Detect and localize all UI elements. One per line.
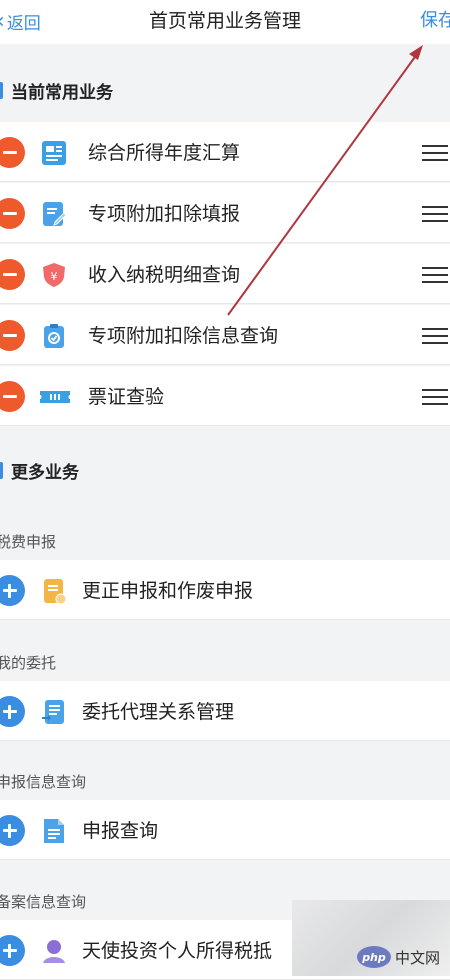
item-label: 委托代理关系管理: [82, 701, 235, 723]
item-label: 申报查询: [82, 820, 159, 842]
item-label: 专项附加扣除填报: [88, 203, 241, 225]
watermark-site: 中文网: [394, 948, 440, 967]
watermark: php 中文网: [292, 900, 450, 976]
drag-handle-icon[interactable]: [422, 145, 448, 161]
section-more-label: 更多业务: [11, 462, 79, 483]
item-label: 更正申报和作废申报: [82, 580, 254, 602]
group-label: 备案信息查询: [0, 893, 87, 911]
save-button[interactable]: 保存: [420, 6, 450, 36]
add-button[interactable]: [0, 815, 25, 846]
remove-button[interactable]: [0, 137, 25, 168]
section-current-label: 当前常用业务: [11, 82, 113, 103]
item-label: 天使投资个人所得税抵: [82, 940, 273, 962]
shield-icon: ¥: [43, 263, 65, 287]
add-button[interactable]: [0, 696, 25, 727]
section-marker: [0, 461, 3, 479]
remove-button[interactable]: [0, 198, 25, 229]
more-item[interactable]: 更正申报和作废申报: [0, 560, 450, 620]
item-label: 收入纳税明细查询: [88, 264, 241, 286]
current-item: 票证查验: [0, 366, 450, 426]
drag-handle-icon[interactable]: [422, 206, 448, 222]
item-label: 综合所得年度汇算: [88, 142, 241, 164]
current-item: 综合所得年度汇算: [0, 122, 450, 182]
user-icon: [43, 940, 65, 963]
group-label: 申报信息查询: [0, 773, 87, 791]
chart-icon: [42, 141, 66, 165]
svg-text:¥: ¥: [51, 270, 58, 283]
section-marker: [0, 81, 3, 99]
php-logo: php: [356, 946, 391, 968]
remove-button[interactable]: [0, 381, 25, 412]
nav-bar: ‹ 返回 首页常用业务管理 保存: [0, 0, 450, 44]
clipboard-check-icon: [44, 324, 64, 348]
ticket-icon: [40, 391, 70, 403]
remove-button[interactable]: [0, 320, 25, 351]
add-button[interactable]: [0, 935, 25, 966]
item-label: 专项附加扣除信息查询: [88, 325, 279, 347]
current-item: 专项附加扣除信息查询: [0, 305, 450, 365]
document-icon: [44, 819, 64, 843]
drag-handle-icon[interactable]: [422, 389, 448, 405]
add-button[interactable]: [0, 575, 25, 606]
more-item[interactable]: 委托代理关系管理: [0, 681, 450, 741]
remove-button[interactable]: [0, 259, 25, 290]
group-label: 我的委托: [0, 654, 57, 672]
section-current-title: 当前常用业务: [0, 68, 450, 112]
document-arrow-icon: [42, 700, 64, 724]
page-title: 首页常用业务管理: [148, 10, 301, 32]
edit-document-icon: [43, 202, 67, 226]
current-item: ¥ 收入纳税明细查询: [0, 244, 450, 304]
drag-handle-icon[interactable]: [422, 267, 448, 283]
current-item: 专项附加扣除填报: [0, 183, 450, 243]
watermark-logo: php 中文网: [356, 946, 440, 968]
group-label: 税费申报: [0, 533, 57, 551]
item-label: 票证查验: [88, 386, 165, 408]
document-stamp-icon: [44, 579, 67, 605]
drag-handle-icon[interactable]: [422, 328, 448, 344]
section-more-title: 更多业务: [0, 448, 450, 492]
more-item[interactable]: 申报查询: [0, 800, 450, 860]
